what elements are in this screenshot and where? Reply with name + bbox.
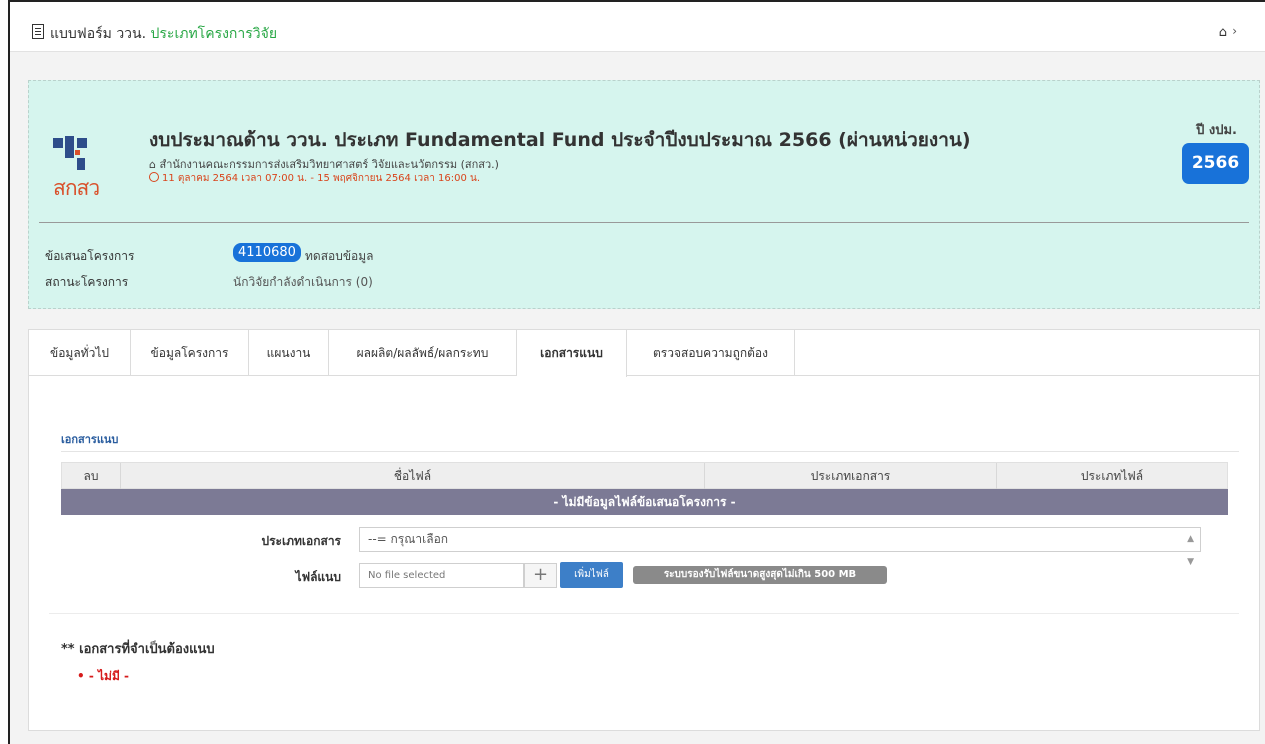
doc-type-select[interactable]: --= กรุณาเลือก ▲ ▼: [359, 527, 1201, 567]
add-file-button[interactable]: เพิ่มไฟล์: [560, 562, 623, 588]
tab-outputs[interactable]: ผลผลิต/ผลลัพธ์/ผลกระทบ: [329, 330, 517, 376]
doc-type-label: ประเภทเอกสาร: [261, 534, 341, 548]
tab-attachments[interactable]: เอกสารแนบ: [517, 330, 627, 377]
home-icon[interactable]: ⌂: [1219, 25, 1227, 40]
column-header-filename: ชื่อไฟล์: [121, 463, 705, 490]
page-header: แบบฟอร์ม ววน. ประเภทโครงการวิจัย ⌂ ›: [10, 2, 1265, 52]
tab-validation[interactable]: ตรวจสอบความถูกต้อง: [627, 330, 795, 376]
empty-table-row: - ไม่มีข้อมูลไฟล์ข้อเสนอโครงการ -: [61, 489, 1228, 515]
document-icon: [32, 24, 44, 39]
plus-icon[interactable]: +: [524, 563, 557, 588]
file-input[interactable]: No file selected: [359, 563, 524, 588]
attachments-section-title: เอกสารแนบ: [61, 433, 119, 446]
required-doc-item: • - ไม่มี -: [77, 669, 130, 683]
attachments-table-header: ลบ ชื่อไฟล์ ประเภทเอกสาร ประเภทไฟล์: [61, 462, 1228, 490]
home-outline-icon: ⌂: [149, 158, 156, 171]
file-size-note: ระบบรองรับไฟล์ขนาดสูงสุดไม่เกิน 500 MB: [633, 566, 887, 584]
proposal-note: ทดสอบข้อมูล: [305, 249, 374, 263]
logo-text: สกสว: [53, 176, 100, 200]
column-header-delete: ลบ: [62, 463, 121, 490]
tab-plan[interactable]: แผนงาน: [249, 330, 329, 376]
fiscal-year-label: ปี งปม.: [1196, 123, 1237, 138]
page-title: แบบฟอร์ม ววน. ประเภทโครงการวิจัย: [50, 23, 277, 45]
status-value: นักวิจัยกำลังดำเนินการ (0): [233, 275, 373, 289]
required-docs-title: ** เอกสารที่จำเป็นต้องแนบ: [61, 642, 215, 657]
project-headline: งบประมาณด้าน ววน. ประเภท Fundamental Fun…: [149, 129, 971, 151]
divider: [39, 222, 1249, 223]
chevron-right-icon[interactable]: ›: [1232, 24, 1237, 38]
file-label: ไฟล์แนบ: [295, 570, 341, 584]
app-frame: แบบฟอร์ม ววน. ประเภทโครงการวิจัย ⌂ › สกส…: [8, 0, 1265, 744]
project-info-panel: สกสว งบประมาณด้าน ววน. ประเภท Fundamenta…: [28, 80, 1260, 309]
section-divider: [61, 451, 1239, 452]
tab-content-card: ข้อมูลทั่วไป ข้อมูลโครงการ แผนงาน ผลผลิต…: [28, 329, 1260, 731]
submission-period: 11 ตุลาคม 2564 เวลา 07:00 น. - 15 พฤศจิก…: [149, 171, 480, 186]
status-label: สถานะโครงการ: [45, 275, 129, 289]
fiscal-year-badge: 2566: [1182, 143, 1249, 184]
tab-bar: ข้อมูลทั่วไป ข้อมูลโครงการ แผนงาน ผลผลิต…: [29, 330, 1259, 377]
proposal-id-badge: 4110680: [233, 243, 301, 262]
required-doc-text: - ไม่มี -: [88, 669, 130, 683]
page-title-sub: ประเภทโครงการวิจัย: [150, 26, 278, 42]
column-header-file-type: ประเภทไฟล์: [1080, 469, 1144, 483]
doc-type-selected-value: --= กรุณาเลือก: [368, 532, 449, 546]
divider: [49, 613, 1239, 614]
page-title-main: แบบฟอร์ม ววน.: [50, 26, 147, 42]
period-text: 11 ตุลาคม 2564 เวลา 07:00 น. - 15 พฤศจิก…: [162, 173, 481, 184]
tsri-logo: สกสว: [53, 136, 113, 200]
clock-icon: [149, 172, 159, 182]
proposal-label: ข้อเสนอโครงการ: [45, 249, 135, 263]
tab-project-info[interactable]: ข้อมูลโครงการ: [131, 330, 249, 376]
agency-text: สำนักงานคณะกรรมการส่งเสริมวิทยาศาสตร์ วิ…: [159, 158, 499, 171]
select-caret-icon: ▲ ▼: [1187, 534, 1194, 567]
tab-general[interactable]: ข้อมูลทั่วไป: [29, 330, 131, 376]
column-header-doc-type: ประเภทเอกสาร: [705, 463, 997, 490]
